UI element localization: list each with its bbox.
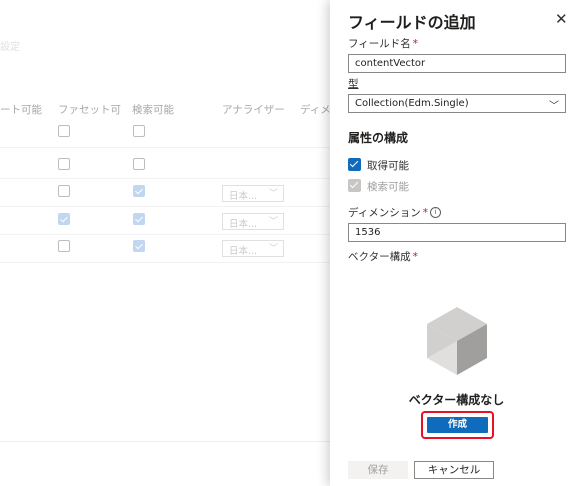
dimensions-label: ディメンション * [348, 207, 429, 219]
required-mark: * [412, 251, 418, 263]
searchable-label: 検索可能 [367, 181, 409, 193]
empty-vector-profile-illustration-icon [427, 307, 487, 375]
create-button[interactable]: 作成 [427, 417, 488, 433]
save-button: 保存 [348, 461, 408, 479]
type-dropdown-value: Collection(Edm.Single) [355, 98, 469, 109]
cancel-button[interactable]: キャンセル [414, 461, 494, 479]
chevron-down-icon: ﹀ [549, 101, 559, 112]
empty-state-title: ベクター構成なし [408, 393, 505, 407]
type-dropdown[interactable]: Collection(Edm.Single) ﹀ [348, 94, 566, 113]
attributes-section-title: 属性の構成 [348, 131, 409, 145]
modal-overlay[interactable] [0, 0, 330, 486]
dimensions-input[interactable] [348, 223, 566, 242]
vector-profile-label: ベクター構成 * [348, 251, 418, 263]
close-icon[interactable]: ✕ [555, 10, 568, 28]
info-icon[interactable]: i [430, 207, 441, 218]
field-name-label: フィールド名 * [348, 38, 419, 50]
required-mark: * [412, 38, 419, 50]
required-mark: * [422, 207, 429, 219]
searchable-checkbox [348, 179, 361, 192]
type-label: 型 [348, 78, 359, 90]
retrievable-label: 取得可能 [367, 160, 409, 172]
create-button-highlight: 作成 [421, 411, 494, 439]
field-name-input[interactable] [348, 54, 566, 73]
add-field-panel: フィールドの追加 ✕ フィールド名* 型 Collection(Edm.Sing… [330, 0, 583, 486]
retrievable-checkbox[interactable] [348, 158, 361, 171]
panel-title: フィールドの追加 [348, 13, 476, 32]
